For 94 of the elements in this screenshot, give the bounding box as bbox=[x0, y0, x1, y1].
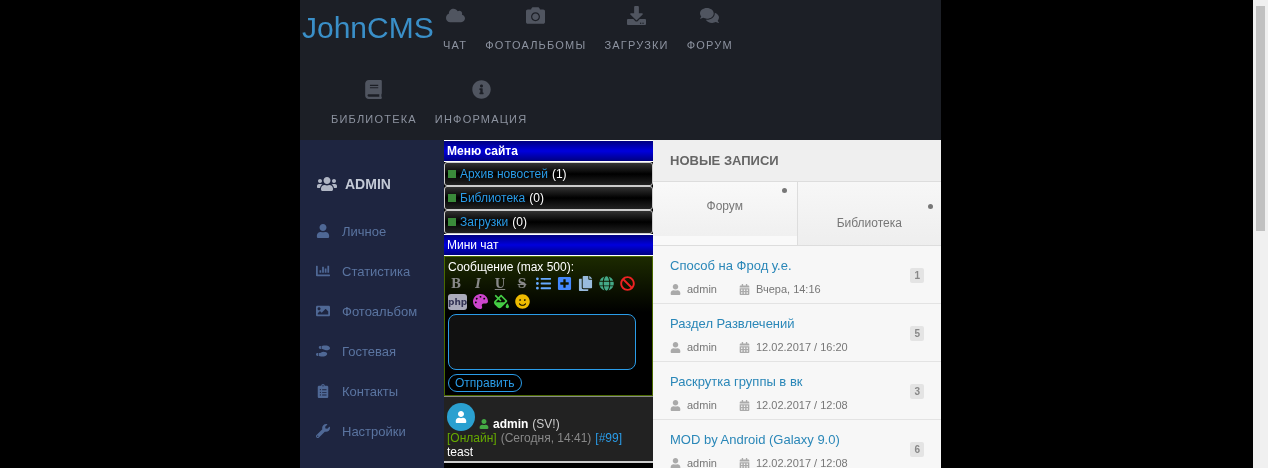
menu-row[interactable]: Библиотека (0) bbox=[444, 186, 653, 210]
footprint-icon bbox=[316, 344, 330, 358]
menu-row[interactable]: Загрузки (0) bbox=[444, 210, 653, 234]
image-icon bbox=[316, 304, 330, 318]
reply-count: 1 bbox=[910, 268, 924, 283]
sidebar-item[interactable]: Статистика bbox=[300, 251, 444, 291]
post-date: 12.02.2017 / 16:20 bbox=[755, 341, 848, 353]
user-icon bbox=[670, 283, 681, 295]
nav-link[interactable]: ИНФОРМАЦИЯ bbox=[425, 74, 537, 138]
strikethrough-button[interactable]: S bbox=[514, 276, 530, 292]
dot-icon bbox=[928, 204, 933, 209]
bullet-icon bbox=[448, 170, 456, 178]
reply-count: 3 bbox=[910, 384, 924, 399]
user-icon bbox=[316, 224, 330, 238]
section-header: Меню сайта bbox=[444, 140, 653, 162]
item-count: (1) bbox=[551, 167, 567, 181]
sidebar-item[interactable]: Контакты bbox=[300, 371, 444, 411]
user-icon bbox=[670, 457, 681, 468]
list-icon[interactable] bbox=[536, 276, 551, 291]
calendar-icon bbox=[738, 399, 750, 411]
post-date: 12.02.2017 / 12:08 bbox=[755, 457, 848, 468]
scrollbar[interactable] bbox=[1253, 0, 1268, 468]
nav-link[interactable]: ЧАТ bbox=[434, 0, 477, 64]
user-online-icon bbox=[479, 419, 489, 431]
section-header: Мини чат bbox=[444, 234, 653, 256]
camera-icon bbox=[526, 6, 546, 25]
chat-bubbles-icon bbox=[700, 6, 720, 25]
sidebar-title: ADMIN bbox=[345, 176, 391, 192]
menu-row[interactable]: Архив новостей (1) bbox=[444, 162, 653, 186]
author-note: (SV!) bbox=[532, 417, 560, 431]
message-input[interactable] bbox=[448, 314, 636, 370]
menu-link[interactable]: Загрузки bbox=[460, 215, 509, 229]
bullet-icon bbox=[448, 194, 456, 202]
fill-icon[interactable] bbox=[494, 294, 510, 309]
nav-link[interactable]: ФОТОАЛЬБОМЫ bbox=[476, 0, 596, 64]
post-link[interactable]: Раскрутка группы в вк bbox=[670, 374, 803, 389]
panel-title: НОВЫЕ ЗАПИСИ bbox=[653, 140, 941, 182]
users-icon bbox=[317, 174, 337, 194]
sidebar-item[interactable]: Фотоальбом bbox=[300, 291, 444, 331]
bar-chart-icon bbox=[316, 264, 330, 278]
item-count: (0) bbox=[529, 191, 544, 205]
calendar-icon bbox=[738, 341, 750, 353]
underline-button[interactable]: U bbox=[492, 276, 508, 292]
post-date: 12.02.2017 / 12:08 bbox=[755, 399, 848, 411]
user-icon bbox=[670, 341, 681, 353]
no-entry-icon[interactable] bbox=[620, 276, 635, 291]
book-icon bbox=[364, 80, 384, 99]
plus-icon[interactable] bbox=[557, 276, 572, 291]
wrench-icon bbox=[316, 424, 330, 438]
palette-icon[interactable] bbox=[473, 294, 489, 309]
download-icon bbox=[627, 6, 647, 25]
sidebar-item[interactable]: Настройки bbox=[300, 411, 444, 451]
tab[interactable]: Библиотека bbox=[796, 182, 941, 245]
post-link[interactable]: Способ на Фрод у.е. bbox=[670, 258, 792, 273]
italic-button[interactable]: I bbox=[470, 276, 486, 292]
calendar-icon bbox=[738, 457, 750, 468]
post-text: teast bbox=[447, 445, 473, 459]
send-button[interactable]: Отправить bbox=[448, 374, 522, 392]
cloud-icon bbox=[445, 6, 465, 25]
menu-link[interactable]: Библиотека bbox=[460, 191, 526, 205]
post-author: admin bbox=[687, 399, 717, 411]
avatar-icon bbox=[447, 403, 475, 431]
item-count: (0) bbox=[512, 215, 527, 229]
scrollbar-thumb[interactable] bbox=[1256, 6, 1265, 231]
sidebar-item[interactable]: Личное bbox=[300, 211, 444, 251]
sidebar-item[interactable]: Гостевая bbox=[300, 331, 444, 371]
reply-count: 5 bbox=[910, 326, 924, 341]
post-time: (Сегодня, 14:41) bbox=[500, 431, 592, 445]
user-icon bbox=[670, 399, 681, 411]
form-label: Сообщение (max 500): bbox=[448, 260, 574, 274]
post-author: admin bbox=[687, 457, 717, 468]
dot-icon bbox=[781, 188, 787, 193]
post-author[interactable]: admin bbox=[493, 417, 529, 431]
bullet-icon bbox=[448, 218, 456, 226]
calendar-icon bbox=[738, 283, 750, 295]
online-status: [Онлайн] bbox=[447, 431, 497, 445]
nav-link[interactable]: БИБЛИОТЕКА bbox=[322, 74, 426, 138]
reply-count: 6 bbox=[910, 442, 924, 457]
smiley-icon[interactable] bbox=[515, 294, 531, 309]
nav-link[interactable]: ФОРУМ bbox=[677, 0, 742, 64]
nav-link[interactable]: ЗАГРУЗКИ bbox=[595, 0, 678, 64]
menu-link[interactable]: Архив новостей bbox=[460, 167, 548, 181]
post-link[interactable]: Раздел Развлечений bbox=[670, 316, 795, 331]
post-date: Вчера, 14:16 bbox=[755, 283, 821, 295]
post-author: admin bbox=[687, 341, 717, 353]
post-link[interactable]: MOD by Android (Galaxy 9.0) bbox=[670, 432, 840, 447]
post-id-link[interactable]: [#99] bbox=[595, 431, 623, 445]
clipboard-icon bbox=[316, 384, 330, 398]
php-button[interactable]: php bbox=[448, 294, 468, 310]
copy-icon[interactable] bbox=[578, 276, 593, 291]
post-author: admin bbox=[687, 283, 717, 295]
info-icon bbox=[471, 80, 491, 99]
globe-icon[interactable] bbox=[599, 276, 614, 291]
bold-button[interactable]: B bbox=[448, 276, 464, 292]
